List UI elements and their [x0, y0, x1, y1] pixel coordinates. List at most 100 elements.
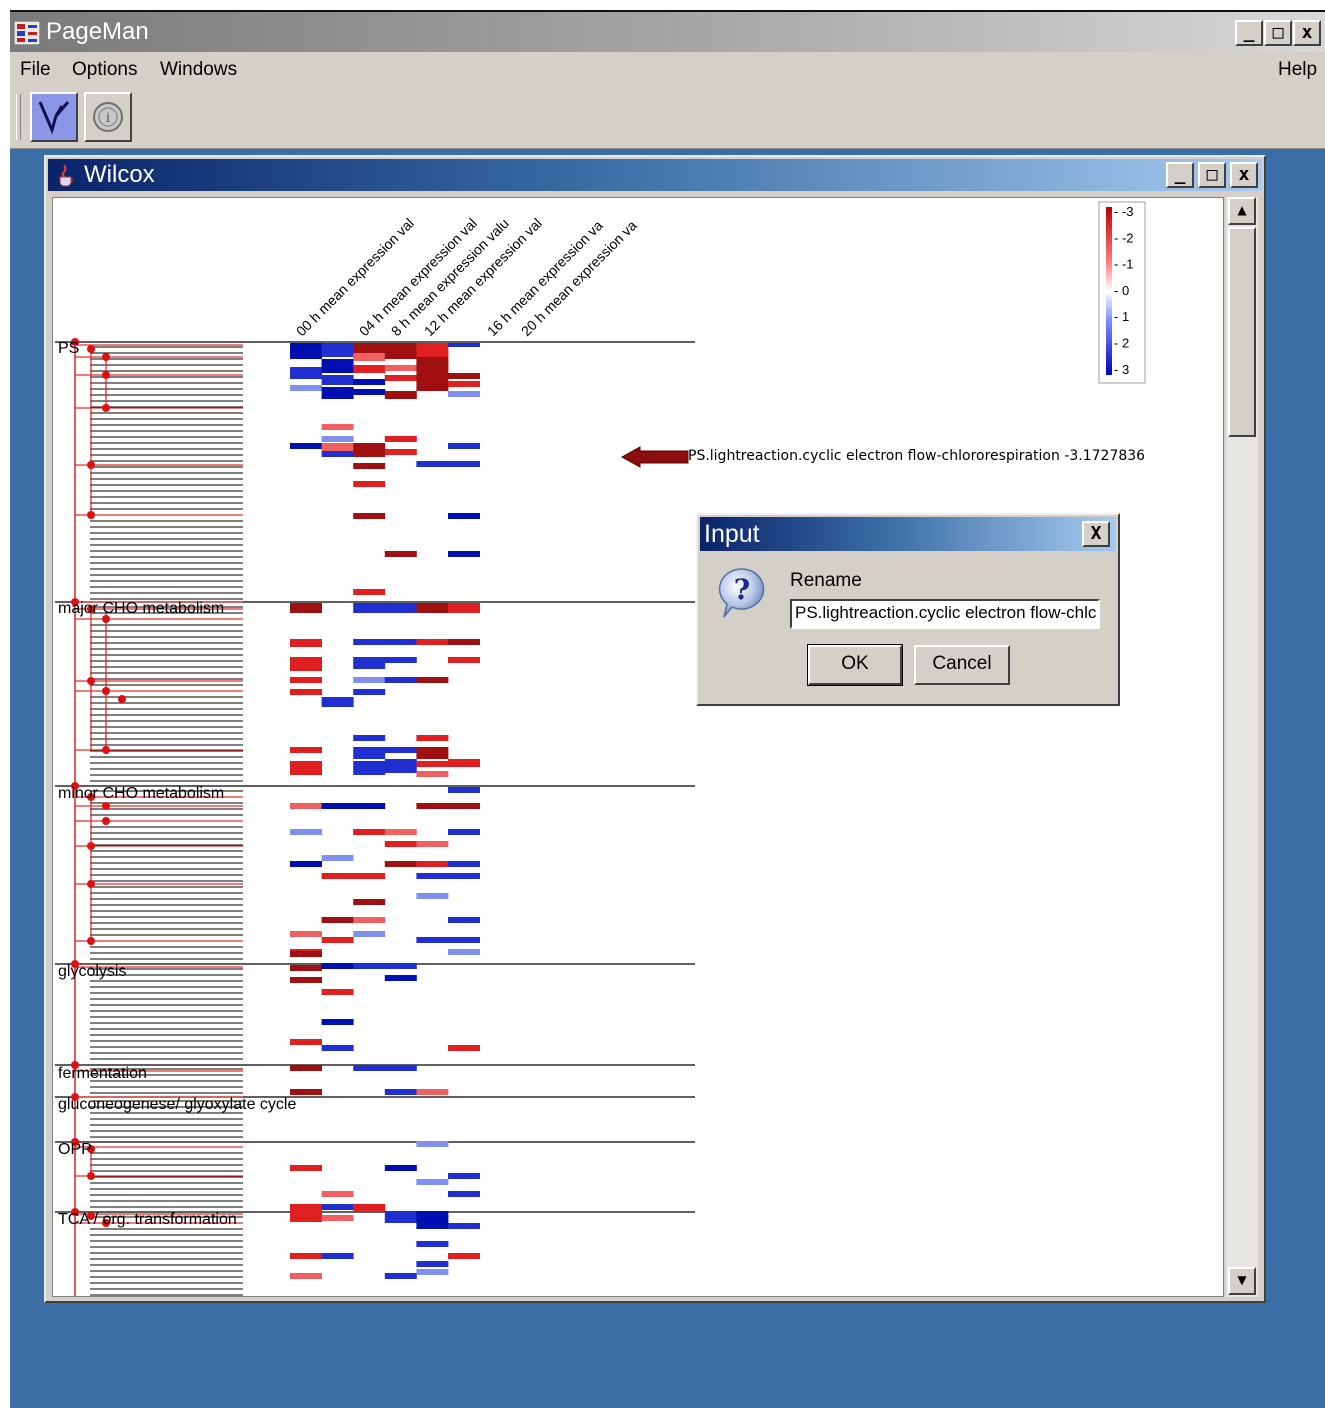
app-maximize-button[interactable]: □: [1264, 20, 1292, 46]
heatmap-cell: [448, 1173, 480, 1179]
wilcox-close-button[interactable]: x: [1230, 162, 1258, 188]
heatmap-cell: [290, 1065, 322, 1071]
heatmap-canvas[interactable]: 00 h mean expression val 04 h mean expres…: [52, 197, 1224, 1297]
heatmap-cell: [384, 657, 417, 663]
wilcox-minimize-button[interactable]: _: [1166, 162, 1194, 188]
pageman-app-icon: [14, 21, 40, 45]
wilcox-window: Wilcox _ □ x 00 h mean expression val 04 …: [44, 155, 1266, 1303]
category-label: glycolysis: [58, 963, 126, 980]
tree-node-dot: [102, 353, 110, 361]
tree-node-dot: [87, 1172, 95, 1180]
info-button[interactable]: i: [84, 92, 132, 142]
heatmap-cell: [384, 639, 417, 645]
heatmap-cell: [384, 449, 417, 455]
tree-node-dot: [102, 802, 110, 810]
tree-node-dot: [102, 687, 110, 695]
heatmap-cell: [290, 1165, 322, 1171]
heatmap-cell: [353, 735, 386, 741]
heatmap-cell: [416, 841, 449, 847]
heatmap-cell: [416, 1089, 449, 1095]
heatmap-cell: [353, 963, 386, 969]
heatmap-cell: [416, 677, 449, 683]
heatmap-cell: [290, 977, 322, 983]
heatmap-cell: [353, 829, 386, 835]
heatmap-cell: [416, 761, 449, 767]
heatmap-cell: [290, 1273, 322, 1279]
heatmap-cell: [416, 1269, 449, 1275]
heatmap-cell: [353, 747, 386, 759]
svg-text:i: i: [106, 111, 110, 126]
ok-button[interactable]: OK: [807, 644, 903, 686]
heatmap-cell: [353, 463, 386, 469]
heatmap-cell: [416, 343, 449, 357]
menubar: File Options Windows Help: [10, 52, 1325, 88]
heatmap-cell: [321, 1253, 354, 1259]
scroll-up-button[interactable]: ▲: [1228, 197, 1256, 225]
tree-node-dot: [87, 842, 95, 850]
cancel-button[interactable]: Cancel: [914, 645, 1010, 685]
heatmap-cell: [290, 689, 322, 695]
heatmap-cell: [416, 771, 449, 777]
legend-tick-label: - -3: [1114, 204, 1134, 219]
heatmap-cell: [416, 803, 449, 809]
heatmap-cell: [353, 689, 386, 695]
app-title: PageMan: [46, 18, 149, 45]
heatmap-cell: [290, 443, 322, 449]
heatmap-cell: [416, 861, 449, 867]
wilcox-titlebar: Wilcox _ □ x: [48, 159, 1262, 191]
heatmap-cell: [321, 359, 354, 373]
menu-options[interactable]: Options: [72, 59, 137, 81]
heatmap-cell: [290, 1204, 322, 1222]
heatmap-cell: [448, 443, 480, 449]
heatmap-cell: [321, 873, 354, 879]
heatmap-cell: [384, 365, 417, 371]
heatmap-cell: [290, 965, 322, 971]
heatmap-cell: [290, 1089, 322, 1095]
info-icon: i: [93, 102, 123, 132]
legend-gradient: [1106, 207, 1112, 375]
heatmap-cell: [448, 551, 480, 557]
heatmap-cell: [384, 963, 417, 969]
wilcox-title: Wilcox: [84, 161, 155, 188]
heatmap-cell: [448, 829, 480, 835]
heatmap-cell: [290, 951, 322, 957]
app-minimize-button[interactable]: _: [1235, 20, 1263, 46]
tree-view-button[interactable]: [30, 92, 78, 142]
legend-tick-label: - -2: [1114, 230, 1134, 245]
heatmap-cell: [416, 357, 449, 371]
scroll-down-button[interactable]: ▼: [1228, 1267, 1256, 1295]
tree-node-dot: [87, 511, 95, 519]
category-label: major CHO metabolism: [58, 600, 224, 617]
scroll-thumb[interactable]: [1228, 227, 1256, 437]
menu-windows[interactable]: Windows: [160, 59, 237, 81]
heatmap-cell: [353, 513, 386, 519]
app-close-button[interactable]: x: [1293, 20, 1321, 46]
heatmap-cell: [290, 829, 322, 835]
tree-node-dot: [87, 345, 95, 353]
menu-file[interactable]: File: [20, 59, 51, 81]
column-header: 04 h mean expression val: [356, 215, 480, 339]
heatmap-cell: [384, 759, 417, 773]
wilcox-maximize-button[interactable]: □: [1198, 162, 1226, 188]
heatmap-cell: [290, 367, 322, 379]
heatmap-cell: [416, 1141, 449, 1147]
category-label: OPP: [58, 1141, 92, 1158]
menu-help[interactable]: Help: [1278, 59, 1317, 81]
annotation-label: PS.lightreaction.cyclic electron flow-ch…: [688, 448, 1145, 464]
dialog-title: Input: [704, 520, 760, 548]
toolbar-grip: [16, 94, 21, 140]
rename-input[interactable]: PS.lightreaction.cyclic electron flow-ch…: [790, 599, 1100, 629]
heatmap-cell: [448, 639, 480, 645]
heatmap-cell: [290, 747, 322, 753]
heatmap-cell: [448, 1253, 480, 1259]
heatmap-cell: [448, 861, 480, 867]
heatmap-cell: [384, 861, 417, 867]
dialog-close-button[interactable]: X: [1082, 521, 1110, 547]
heatmap-cell: [321, 1215, 354, 1221]
vertical-scrollbar[interactable]: ▲ ▼: [1226, 197, 1258, 1297]
heatmap-cell: [448, 873, 480, 879]
pageman-app: PageMan _ □ x File Options Windows Help …: [10, 10, 1325, 1408]
heatmap-svg: 00 h mean expression val04 h mean expres…: [55, 201, 1146, 1296]
heatmap-cell: [290, 657, 322, 671]
heatmap-cell: [448, 917, 480, 923]
